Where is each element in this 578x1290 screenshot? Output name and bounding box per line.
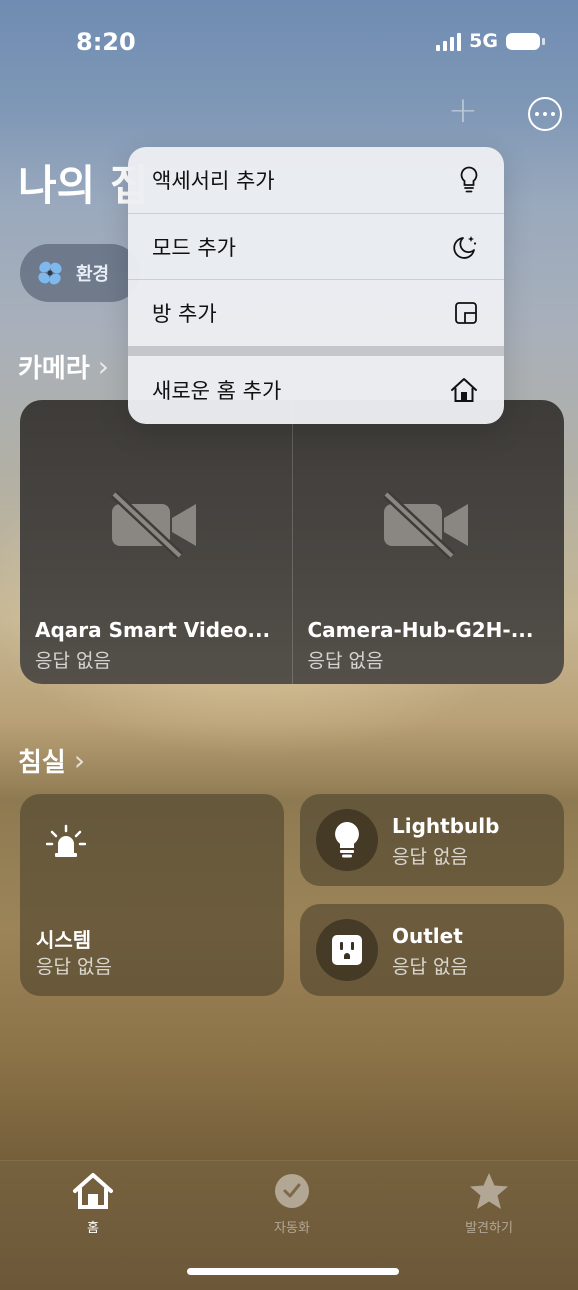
add-context-menu: 액세서리 추가 모드 추가 방 추가 새로운 홈 추가 — [128, 147, 504, 424]
camera-status: 응답 없음 — [307, 650, 384, 672]
star-icon — [470, 1173, 508, 1209]
outlet-icon-wrap — [316, 919, 378, 981]
menu-item-label: 방 추가 — [152, 301, 217, 326]
home-indicator — [187, 1268, 399, 1275]
clock-icon — [275, 1174, 309, 1208]
system-name: 시스템 — [36, 928, 92, 952]
menu-item-add-mode[interactable]: 모드 추가 — [128, 213, 504, 279]
menu-item-add-room[interactable]: 방 추가 — [128, 279, 504, 345]
menu-item-label: 새로운 홈 추가 — [152, 379, 282, 403]
chevron-right-icon: › — [97, 350, 109, 383]
outlet-name: Outlet — [392, 924, 463, 948]
outlet-tile[interactable]: Outlet 응답 없음 — [300, 904, 564, 996]
tab-label: 자동화 — [274, 1221, 310, 1236]
battery-icon — [506, 32, 545, 50]
camera-section-header[interactable]: 카메라 › — [18, 348, 109, 385]
camera-card: Aqara Smart Video... 응답 없음 Camera-Hub-G2… — [20, 400, 564, 684]
menu-item-add-new-home[interactable]: 새로운 홈 추가 — [128, 357, 504, 423]
lightbulb-tile[interactable]: Lightbulb 응답 없음 — [300, 794, 564, 886]
network-type: 5G — [469, 30, 498, 52]
system-status: 응답 없음 — [36, 956, 112, 978]
camera-tile[interactable]: Aqara Smart Video... 응답 없음 — [20, 400, 292, 684]
menu-item-add-accessory[interactable]: 액세서리 추가 — [128, 147, 504, 213]
camera-status: 응답 없음 — [35, 650, 111, 672]
tab-label: 홈 — [87, 1221, 99, 1236]
lightbulb-icon — [335, 822, 359, 858]
add-button[interactable]: + — [446, 93, 480, 129]
outlet-status: 응답 없음 — [392, 956, 468, 978]
camera-section-title: 카메라 — [18, 354, 90, 384]
house-icon — [73, 1173, 113, 1209]
camera-name: Aqara Smart Video... — [35, 618, 271, 642]
outlet-icon — [332, 935, 362, 965]
security-alarm-icon — [46, 824, 86, 857]
system-tile[interactable]: 시스템 응답 없음 — [20, 794, 284, 996]
tab-label: 발견하기 — [465, 1221, 513, 1236]
moon-icon — [453, 235, 477, 259]
status-indicators: 5G — [436, 30, 545, 52]
home-icon — [451, 378, 477, 402]
environment-chip-label: 환경 — [76, 264, 110, 285]
more-options-button[interactable] — [528, 97, 562, 131]
tab-home[interactable]: 홈 — [33, 1171, 153, 1236]
room-icon — [455, 301, 477, 324]
menu-separator — [128, 346, 504, 356]
lightbulb-icon-wrap — [316, 809, 378, 871]
bedroom-section-title: 침실 — [18, 748, 66, 778]
menu-item-label: 액세서리 추가 — [152, 169, 275, 193]
lightbulb-name: Lightbulb — [392, 814, 500, 838]
status-time: 8:20 — [76, 28, 136, 56]
fan-icon — [38, 261, 62, 285]
menu-item-label: 모드 추가 — [152, 235, 236, 260]
signal-icon — [436, 31, 462, 51]
tab-discover[interactable]: 발견하기 — [429, 1171, 549, 1236]
camera-off-icon — [383, 490, 469, 560]
camera-tile[interactable]: Camera-Hub-G2H-... 응답 없음 — [291, 400, 565, 684]
lightbulb-icon — [460, 166, 478, 193]
lightbulb-status: 응답 없음 — [392, 846, 468, 868]
environment-chip[interactable]: 환경 — [20, 244, 140, 302]
tab-automation[interactable]: 자동화 — [232, 1171, 352, 1236]
chevron-right-icon: › — [73, 744, 86, 777]
bedroom-section-header[interactable]: 침실 › — [18, 742, 85, 779]
camera-off-icon — [110, 490, 196, 560]
camera-name: Camera-Hub-G2H-... — [307, 618, 534, 642]
